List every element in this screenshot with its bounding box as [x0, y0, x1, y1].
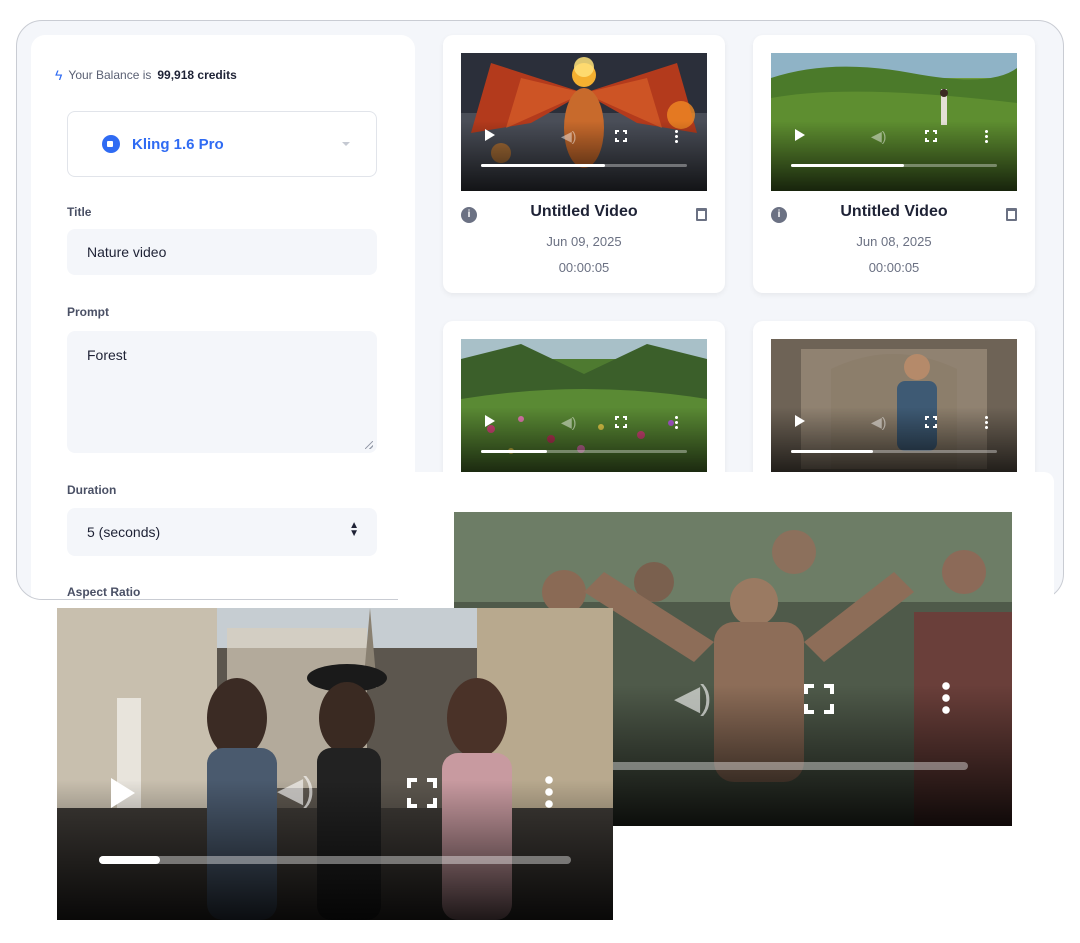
video-thumbnail[interactable]: ◀) — [461, 339, 707, 477]
duration-select[interactable]: 5 (seconds) ▲ ▼ — [67, 508, 377, 556]
more-vert-icon[interactable] — [942, 680, 950, 716]
balance-amount: 99,918 credits — [157, 68, 237, 82]
player-controls: ◀) — [461, 407, 707, 477]
model-select[interactable]: Kling 1.6 Pro — [67, 111, 377, 177]
volume-icon[interactable]: ◀) — [674, 678, 711, 718]
video-card[interactable]: ◀) i Untitled Video Jun 09, 2025 00:00:0… — [443, 35, 725, 293]
volume-icon[interactable]: ◀) — [561, 414, 576, 431]
video-thumbnail[interactable]: ◀) — [771, 339, 1017, 477]
player-controls: ◀) — [771, 407, 1017, 477]
fullscreen-icon[interactable] — [615, 130, 627, 142]
video-meta: Jun 09, 2025 00:00:05 — [461, 229, 707, 281]
progress-bar[interactable] — [791, 450, 997, 453]
card-info: Untitled Video Jun 08, 2025 00:00:05 — [771, 203, 1017, 281]
more-vert-icon[interactable] — [545, 774, 553, 810]
balance-line: ϟ Your Balance is 99,918 credits — [55, 67, 237, 83]
play-icon[interactable] — [111, 778, 135, 808]
video-thumbnail[interactable]: ◀) — [461, 53, 707, 191]
video-title: Untitled Video — [840, 203, 948, 220]
play-icon[interactable] — [485, 415, 495, 427]
fullscreen-icon[interactable] — [407, 778, 437, 808]
video-date: Jun 08, 2025 — [856, 234, 932, 249]
large-video-player[interactable]: ◀) — [57, 608, 613, 920]
fullscreen-icon[interactable] — [925, 416, 937, 428]
resize-grip-icon[interactable] — [365, 441, 373, 449]
model-name: Kling 1.6 Pro — [132, 135, 224, 153]
prompt-text: Forest — [87, 347, 127, 363]
duration-label: Duration — [67, 483, 117, 497]
fullscreen-icon[interactable] — [615, 416, 627, 428]
video-card[interactable]: ◀) i Untitled Video Jun 08, 2025 00:00:0… — [753, 35, 1035, 293]
volume-icon[interactable]: ◀) — [871, 128, 886, 145]
video-date: Jun 09, 2025 — [546, 234, 622, 249]
video-thumbnail[interactable]: ◀) — [771, 53, 1017, 191]
play-icon[interactable] — [795, 415, 805, 427]
more-vert-icon[interactable] — [985, 129, 988, 143]
duration-value: 5 (seconds) — [87, 524, 161, 540]
progress-bar[interactable] — [481, 450, 687, 453]
title-input[interactable]: Nature video — [67, 229, 377, 275]
volume-icon[interactable]: ◀) — [277, 770, 314, 810]
title-label: Title — [67, 205, 92, 219]
player-controls: ◀) — [771, 121, 1017, 191]
volume-icon[interactable]: ◀) — [561, 128, 576, 145]
more-vert-icon[interactable] — [675, 415, 678, 429]
prompt-label: Prompt — [67, 305, 109, 319]
play-icon[interactable] — [485, 129, 495, 141]
volume-icon[interactable]: ◀) — [871, 414, 886, 431]
video-camera-icon — [102, 135, 120, 153]
progress-bar[interactable] — [604, 762, 968, 770]
progress-bar[interactable] — [481, 164, 687, 167]
progress-bar[interactable] — [791, 164, 997, 167]
prompt-textarea[interactable]: Forest — [67, 331, 377, 453]
fullscreen-icon[interactable] — [925, 130, 937, 142]
video-meta: Jun 08, 2025 00:00:05 — [771, 229, 1017, 281]
video-title: Untitled Video — [530, 203, 638, 220]
fullscreen-icon[interactable] — [804, 684, 834, 714]
play-icon[interactable] — [795, 129, 805, 141]
video-duration: 00:00:05 — [868, 260, 920, 275]
video-duration: 00:00:05 — [558, 260, 610, 275]
aspect-ratio-label: Aspect Ratio — [67, 585, 141, 599]
card-info: Untitled Video Jun 09, 2025 00:00:05 — [461, 203, 707, 281]
more-vert-icon[interactable] — [675, 129, 678, 143]
generate-panel: ϟ Your Balance is 99,918 credits Kling 1… — [31, 35, 415, 599]
balance-prefix: Your Balance is — [68, 68, 152, 82]
more-vert-icon[interactable] — [985, 415, 988, 429]
chevron-down-icon — [342, 142, 350, 146]
progress-bar[interactable] — [99, 856, 571, 864]
bolt-icon: ϟ — [55, 67, 63, 83]
updown-arrows-icon: ▲ ▼ — [349, 520, 359, 539]
player-controls: ◀) — [461, 121, 707, 191]
player-controls — [57, 779, 613, 920]
